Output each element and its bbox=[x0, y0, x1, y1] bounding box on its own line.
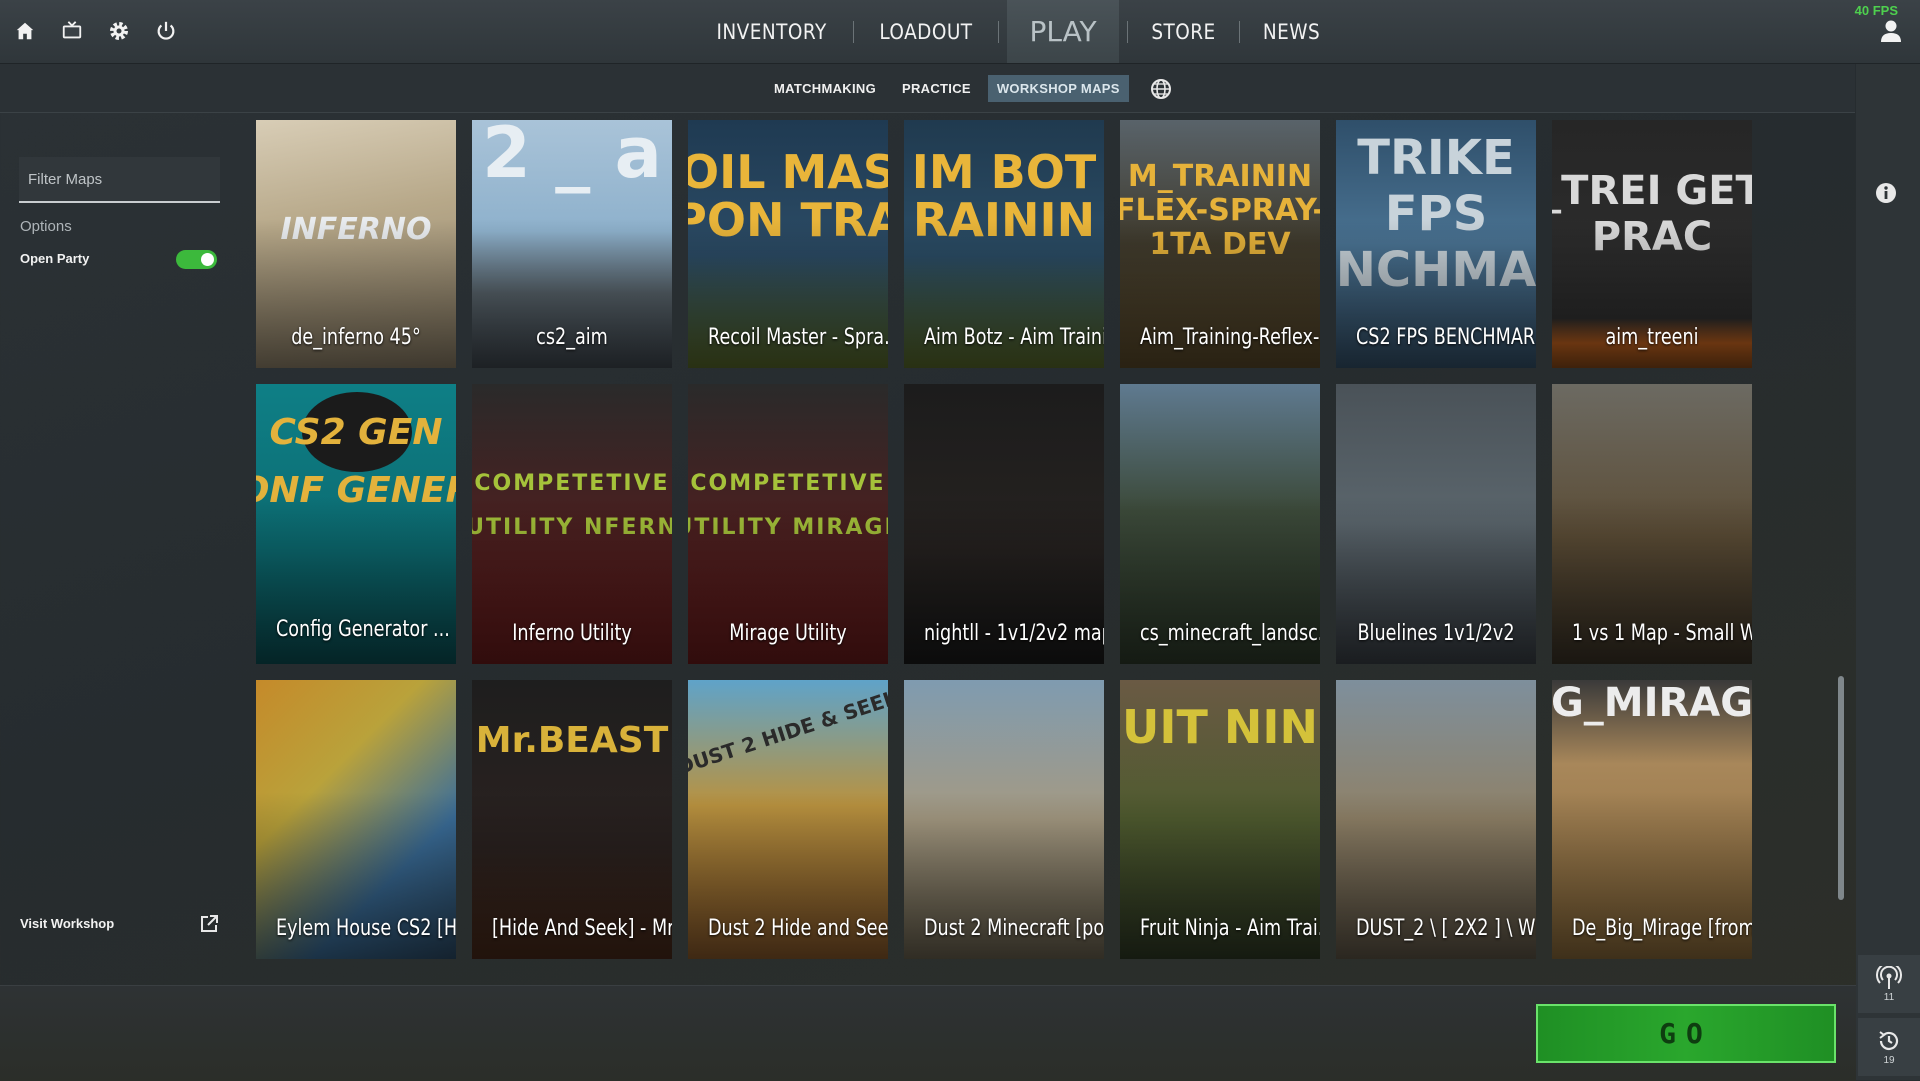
tv-icon[interactable] bbox=[57, 16, 87, 46]
map-card-title: Fruit Ninja - Aim Trai... bbox=[1140, 916, 1320, 941]
signal-button[interactable]: 11 bbox=[1858, 955, 1920, 1013]
map-card[interactable]: DUST 2 HIDE & SEEK Dust 2 Hide and Seek bbox=[688, 680, 888, 959]
open-party-label: Open Party bbox=[20, 251, 90, 266]
home-icon[interactable] bbox=[10, 16, 40, 46]
map-art-text: 2 _ a bbox=[482, 120, 662, 194]
nav-divider bbox=[1127, 20, 1129, 43]
map-card-title: CS2 FPS BENCHMAR... bbox=[1356, 325, 1536, 350]
history-count: 19 bbox=[1883, 1054, 1895, 1066]
map-card-title: cs_minecraft_landsc... bbox=[1140, 621, 1320, 646]
top-bar: INVENTORY LOADOUT PLAY STORE NEWS 40 FPS bbox=[0, 0, 1920, 64]
gear-icon[interactable] bbox=[104, 16, 134, 46]
map-card[interactable]: OIL MAS PON TRA Recoil Master - Spra... bbox=[688, 120, 888, 368]
history-button[interactable]: 19 bbox=[1858, 1018, 1920, 1076]
map-card-title: aim_treeni bbox=[1605, 325, 1699, 350]
map-card[interactable]: 1 vs 1 Map - Small W... bbox=[1552, 384, 1752, 664]
map-card[interactable]: COMPETETIVE UTILITY NFERN Inferno Utilit… bbox=[472, 384, 672, 664]
map-card-selected[interactable]: CS2 GEN ONF GENER Config Generator ... bbox=[256, 384, 456, 664]
nav-divider bbox=[853, 20, 855, 43]
signal-icon bbox=[1876, 965, 1902, 989]
map-card[interactable]: INFERNO de_inferno 45° bbox=[256, 120, 456, 368]
map-card-title: De_Big_Mirage [from ... bbox=[1572, 916, 1752, 941]
top-icon-group bbox=[10, 16, 181, 46]
map-card-title: Dust 2 Minecraft [port] bbox=[924, 916, 1104, 941]
map-card[interactable]: IM BOT RAININ Aim Botz - Aim Traini... bbox=[904, 120, 1104, 368]
sub-nav: MATCHMAKING PRACTICE WORKSHOP MAPS bbox=[765, 75, 1173, 102]
map-card-title: Eylem House CS2 [H... bbox=[276, 916, 456, 941]
tab-matchmaking[interactable]: MATCHMAKING bbox=[765, 75, 885, 102]
sub-nav-bar: MATCHMAKING PRACTICE WORKSHOP MAPS bbox=[0, 64, 1855, 113]
map-card-title: de_inferno 45° bbox=[291, 325, 421, 350]
map-card-title: Aim Botz - Aim Traini... bbox=[924, 325, 1104, 350]
toggle-knob bbox=[201, 253, 214, 266]
external-link-icon[interactable] bbox=[199, 914, 219, 939]
nav-divider bbox=[998, 20, 1000, 43]
right-rail bbox=[1856, 64, 1920, 1080]
grid-scrollbar[interactable] bbox=[1838, 676, 1844, 900]
map-card-title: Aim_Training-Reflex-... bbox=[1140, 325, 1320, 350]
open-party-toggle[interactable] bbox=[176, 250, 217, 269]
fps-counter: 40 FPS bbox=[1854, 3, 1898, 18]
filter-maps-field bbox=[19, 157, 220, 203]
map-art-text: UIT NIN bbox=[1122, 700, 1318, 754]
map-art-text: Mr.BEAST bbox=[475, 720, 669, 761]
nav-news[interactable]: NEWS bbox=[1246, 20, 1337, 44]
map-art-text: G_MIRAG bbox=[1552, 680, 1752, 726]
map-card[interactable]: Bluelines 1v1/2v2 bbox=[1336, 384, 1536, 664]
go-button[interactable]: GO bbox=[1536, 1004, 1836, 1063]
map-card[interactable]: Dust 2 Minecraft [port] bbox=[904, 680, 1104, 959]
map-card[interactable]: Eylem House CS2 [H... bbox=[256, 680, 456, 959]
map-card-title: nightll - 1v1/2v2 map bbox=[924, 621, 1104, 646]
main-nav: INVENTORY LOADOUT PLAY STORE NEWS bbox=[690, 0, 1343, 63]
map-card[interactable]: G_MIRAG De_Big_Mirage [from ... bbox=[1552, 680, 1752, 959]
map-card-title: 1 vs 1 Map - Small W... bbox=[1572, 621, 1752, 646]
map-card-title: Recoil Master - Spra... bbox=[708, 325, 888, 350]
map-card[interactable]: UIT NIN Fruit Ninja - Aim Trai... bbox=[1120, 680, 1320, 959]
globe-icon[interactable] bbox=[1149, 77, 1173, 101]
history-icon bbox=[1879, 1030, 1899, 1050]
map-card-title: cs2_aim bbox=[536, 325, 608, 350]
map-card[interactable]: COMPETETIVE UTILITY MIRAGE Mirage Utilit… bbox=[688, 384, 888, 664]
map-card[interactable]: M_TRAININ FLEX-SPRAY-1TA DEV Aim_Trainin… bbox=[1120, 120, 1320, 368]
map-card-title: Inferno Utility bbox=[512, 621, 632, 646]
map-card[interactable]: 2 _ a cs2_aim bbox=[472, 120, 672, 368]
power-icon[interactable] bbox=[151, 16, 181, 46]
map-card-title: [Hide And Seek] - Mr.... bbox=[492, 916, 672, 941]
nav-store[interactable]: STORE bbox=[1135, 20, 1233, 44]
signal-count: 11 bbox=[1883, 991, 1895, 1003]
nav-inventory[interactable]: INVENTORY bbox=[700, 20, 844, 44]
map-card[interactable]: nightll - 1v1/2v2 map bbox=[904, 384, 1104, 664]
tab-workshop-maps[interactable]: WORKSHOP MAPS bbox=[987, 75, 1129, 102]
nav-play[interactable]: PLAY bbox=[1007, 0, 1120, 63]
map-card[interactable]: cs_minecraft_landsc... bbox=[1120, 384, 1320, 664]
map-card-title: Dust 2 Hide and Seek bbox=[708, 916, 888, 941]
info-icon[interactable] bbox=[1875, 182, 1897, 209]
map-card-title: DUST_2 \ [ 2X2 ] \ WI... bbox=[1356, 916, 1536, 941]
nav-loadout[interactable]: LOADOUT bbox=[863, 20, 990, 44]
map-card[interactable]: _TREI GET PRAC aim_treeni bbox=[1552, 120, 1752, 368]
map-card-title: Config Generator ... bbox=[276, 617, 450, 642]
map-card[interactable]: Mr.BEAST [Hide And Seek] - Mr.... bbox=[472, 680, 672, 959]
map-card-title: Bluelines 1v1/2v2 bbox=[1357, 621, 1515, 646]
nav-divider bbox=[1239, 20, 1241, 43]
map-card-title: Mirage Utility bbox=[729, 621, 847, 646]
tab-practice[interactable]: PRACTICE bbox=[893, 75, 980, 102]
visit-workshop-link[interactable]: Visit Workshop bbox=[20, 916, 114, 931]
map-card[interactable]: TRIKE FPS NCHMA CS2 FPS BENCHMAR... bbox=[1336, 120, 1536, 368]
filter-maps-input[interactable] bbox=[19, 157, 220, 201]
options-heading: Options bbox=[20, 218, 72, 235]
map-card[interactable]: DUST_2 \ [ 2X2 ] \ WI... bbox=[1336, 680, 1536, 959]
profile-icon[interactable] bbox=[1880, 19, 1902, 48]
